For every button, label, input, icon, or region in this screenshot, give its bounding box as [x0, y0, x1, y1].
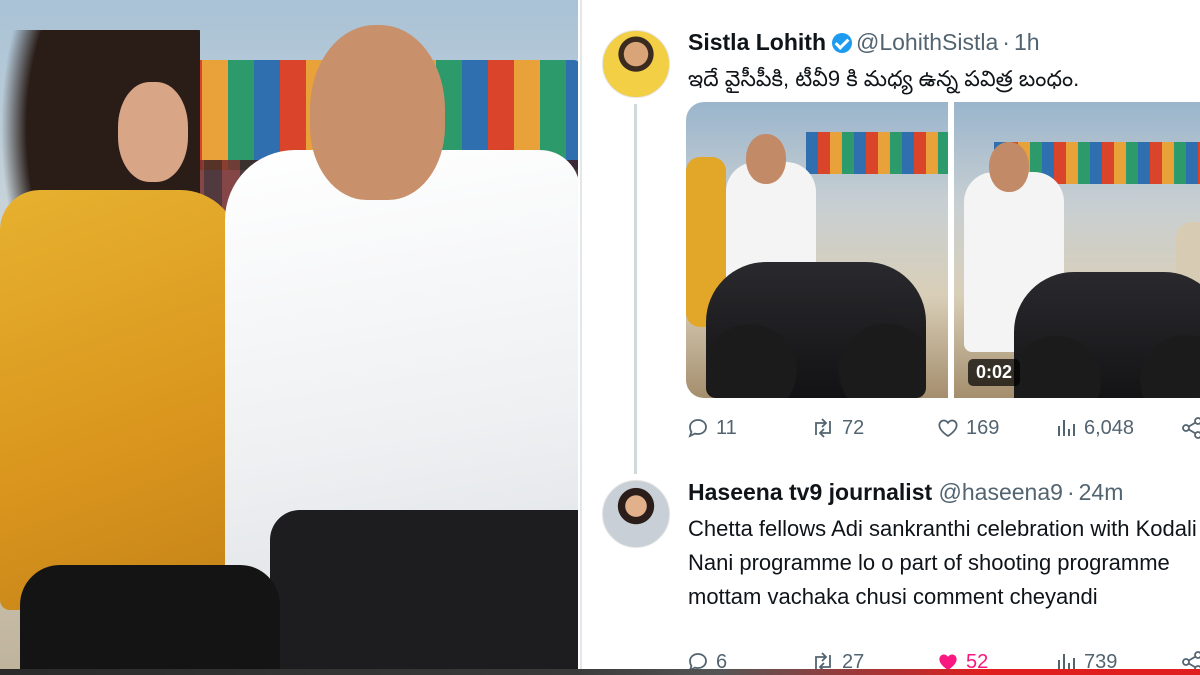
display-name[interactable]: Haseena tv9 journalist	[688, 479, 932, 505]
like-count: 169	[966, 416, 1000, 439]
tweet-action-bar: 11 72 169 6,048	[686, 416, 1200, 446]
heart-icon	[936, 416, 960, 440]
news-photo	[0, 0, 578, 675]
photo-bike-seat	[20, 565, 280, 675]
tweet-header: Haseena tv9 journalist @haseena9 · 24m	[688, 478, 1123, 506]
video-rider-head	[989, 142, 1029, 192]
views-count: 6,048	[1084, 416, 1135, 439]
tweet-timestamp[interactable]: 1h	[1014, 29, 1040, 55]
avatar[interactable]	[602, 480, 670, 548]
photo-man-pants	[270, 510, 578, 675]
tweet-video-player[interactable]: 0:02	[954, 102, 1200, 398]
verified-badge-icon	[832, 33, 852, 53]
tweet-video-thumbnail[interactable]	[686, 102, 948, 398]
share-icon	[1180, 416, 1200, 440]
tweet-timestamp[interactable]: 24m	[1079, 479, 1124, 505]
reply-icon	[686, 416, 710, 440]
retweet-count: 72	[842, 416, 865, 439]
video-canopy	[806, 132, 948, 174]
display-name[interactable]: Sistla Lohith	[688, 29, 826, 55]
reply-count: 11	[716, 416, 737, 439]
bottom-progress-strip	[0, 669, 1200, 675]
video-motorcycle	[706, 262, 926, 398]
separator-dot: ·	[1002, 29, 1010, 55]
video-rider-head	[746, 134, 786, 184]
views-icon	[1056, 416, 1078, 440]
photo-woman-dress	[0, 190, 240, 610]
tweet-text: ఇదే వైసీపీకి, టీవీ9 కి మధ్య ఉన్న పవిత్ర …	[688, 66, 1080, 91]
tweet-header: Sistla Lohith @LohithSistla · 1h	[688, 28, 1040, 56]
user-handle[interactable]: @LohithSistla	[856, 29, 998, 55]
tweet-thread-panel: Sistla Lohith @LohithSistla · 1h ఇదే వైసీపీ…	[580, 0, 1200, 675]
share-button[interactable]	[1180, 416, 1200, 440]
retweet-icon	[810, 416, 836, 440]
video-duration-badge: 0:02	[968, 359, 1021, 386]
avatar[interactable]	[602, 30, 670, 98]
photo-woman-face	[118, 82, 188, 182]
tweet-text: Chetta fellows Adi sankranthi celebratio…	[688, 516, 1197, 609]
video-motorcycle	[1014, 272, 1200, 398]
photo-man-head	[310, 25, 445, 200]
separator-dot: ·	[1066, 479, 1075, 505]
retweet-button[interactable]: 72	[810, 416, 864, 440]
user-handle[interactable]: @haseena9	[939, 479, 1063, 505]
views-button[interactable]: 6,048	[1056, 416, 1134, 440]
reply-button[interactable]: 11	[686, 416, 737, 440]
like-button[interactable]: 169	[936, 416, 999, 440]
thread-connector-line	[634, 104, 637, 474]
